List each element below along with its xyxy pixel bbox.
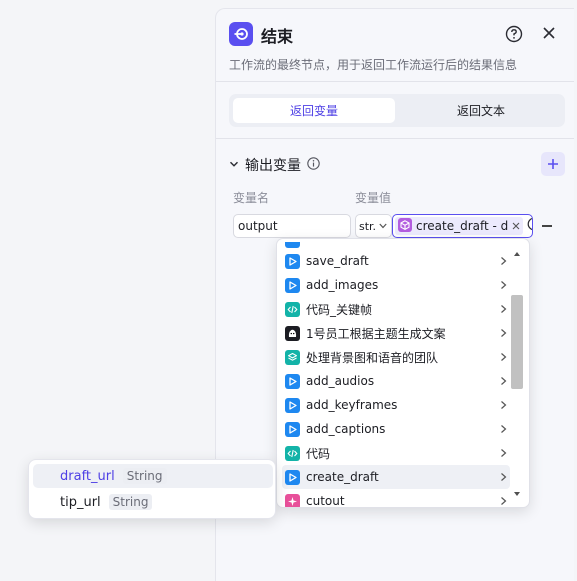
list-item-label: 代码 xyxy=(306,446,331,461)
list-item-node[interactable]: cutout xyxy=(282,489,510,508)
code-icon xyxy=(285,445,300,461)
list-item-label: add_captions xyxy=(306,422,386,436)
end-node-icon xyxy=(229,22,253,46)
chevron-right-icon xyxy=(498,304,508,314)
list-item-label: 处理背景图和语音的团队 xyxy=(306,350,439,365)
add-variable-button[interactable] xyxy=(541,152,565,176)
field-item-draft-url[interactable]: draft_url String xyxy=(33,464,273,488)
output-section-header[interactable]: 输出变量 xyxy=(229,155,320,175)
output-section-title: 输出变量 xyxy=(245,158,301,174)
value-reference-label: create_draft - d xyxy=(416,219,509,233)
remove-variable-button[interactable] xyxy=(542,225,552,227)
variable-value-selector[interactable]: create_draft - d xyxy=(392,214,533,238)
divider xyxy=(216,81,574,82)
chevron-right-icon xyxy=(498,328,508,338)
value-reference-tag: create_draft - d xyxy=(395,217,524,235)
chevron-right-icon xyxy=(498,376,508,386)
divider xyxy=(216,138,574,139)
play-icon xyxy=(285,242,300,248)
panel-title: 结束 xyxy=(261,27,294,46)
field-type-badge: String xyxy=(108,494,153,510)
variable-type-select[interactable]: str. xyxy=(355,214,392,238)
chevron-right-icon xyxy=(498,448,508,458)
list-item-node[interactable]: save_draft xyxy=(282,249,510,273)
column-label-name: 变量名 xyxy=(233,191,270,205)
play-icon xyxy=(285,469,300,485)
return-mode-tabs: 返回变量 返回文本 xyxy=(229,94,565,127)
chevron-right-icon xyxy=(498,280,508,290)
chevron-right-icon xyxy=(498,400,508,410)
list-item-node[interactable]: 处理背景图和语音的团队 xyxy=(282,345,510,369)
cube-icon xyxy=(398,217,412,235)
node-output-fields-popup: draft_url String tip_url String xyxy=(28,459,276,519)
list-item-label: cutout xyxy=(306,494,345,508)
list-item-label: create_draft xyxy=(306,470,379,484)
plus-icon xyxy=(548,159,558,169)
list-item-node[interactable]: 代码_关键帧 xyxy=(282,297,510,321)
field-name: draft_url xyxy=(60,468,115,484)
field-item-tip-url[interactable]: tip_url String xyxy=(33,490,273,514)
list-item-label: add_audios xyxy=(306,374,375,388)
tab-return-text[interactable]: 返回文本 xyxy=(401,98,561,123)
list-item-partial[interactable] xyxy=(282,242,510,248)
list-item-label: add_keyframes xyxy=(306,398,398,412)
list-item-node[interactable]: 代码 xyxy=(282,441,510,465)
list-item-label: save_draft xyxy=(306,254,369,268)
list-item-node[interactable]: 1号员工根据主题生成文案 xyxy=(282,321,510,345)
play-icon xyxy=(285,421,300,437)
list-item-label: 代码_关键帧 xyxy=(306,302,373,317)
scrollbar-thumb[interactable] xyxy=(511,295,523,389)
info-icon[interactable] xyxy=(307,156,320,174)
play-icon xyxy=(285,373,300,389)
chevron-right-icon xyxy=(498,352,508,362)
code-icon xyxy=(285,301,300,317)
column-label-value: 变量值 xyxy=(355,191,392,205)
list-item-node[interactable]: add_images xyxy=(282,273,510,297)
field-name: tip_url xyxy=(60,494,101,510)
tab-return-variables[interactable]: 返回变量 xyxy=(233,98,395,123)
play-icon xyxy=(285,253,300,269)
field-type-badge: String xyxy=(122,468,167,484)
bot-icon xyxy=(285,325,300,341)
help-icon[interactable] xyxy=(505,25,523,43)
play-icon xyxy=(285,397,300,413)
variable-name-input[interactable]: output xyxy=(233,214,351,238)
panel-description: 工作流的最终节点，用于返回工作流运行后的结果信息 xyxy=(229,58,518,72)
chevron-right-icon xyxy=(498,496,508,506)
sparkle-icon xyxy=(285,493,300,507)
node-reference-dropdown: save_draft add_images 代码_关键帧 1号员工根据主题生成文案 处理… xyxy=(276,238,530,508)
list-item-node[interactable]: add_captions xyxy=(282,417,510,441)
list-item-node[interactable]: add_keyframes xyxy=(282,393,510,417)
variable-picker-icon[interactable] xyxy=(527,217,532,235)
chevron-right-icon xyxy=(498,472,508,482)
play-icon xyxy=(285,277,300,293)
chevron-down-icon xyxy=(229,157,239,173)
chevron-right-icon xyxy=(498,424,508,434)
type-label: str. xyxy=(359,219,377,233)
list-item-label: add_images xyxy=(306,278,379,292)
chevron-down-icon xyxy=(379,223,387,229)
layers-icon xyxy=(285,349,300,365)
list-item-label: 1号员工根据主题生成文案 xyxy=(306,326,446,341)
list-item-node[interactable]: create_draft xyxy=(282,465,510,489)
clear-icon[interactable] xyxy=(512,219,520,233)
chevron-right-icon xyxy=(498,256,508,266)
close-icon[interactable] xyxy=(542,26,556,40)
list-item-node[interactable]: add_audios xyxy=(282,369,510,393)
